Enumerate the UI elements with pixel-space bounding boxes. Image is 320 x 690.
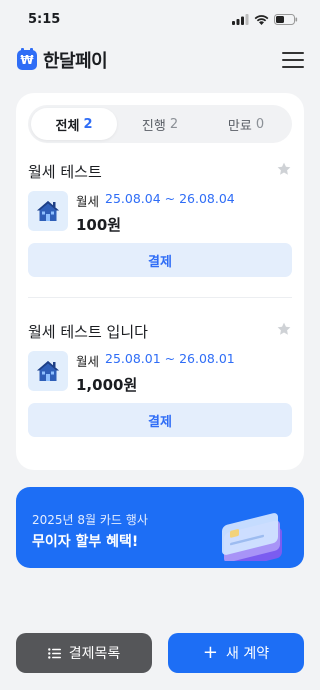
contract-period: 25.08.01 ~ 26.08.01: [105, 351, 235, 366]
app-logo-icon: ₩: [17, 48, 37, 70]
list-icon: [47, 647, 61, 659]
app-name: 한달페이: [43, 51, 108, 72]
contract-amount: 1,000원: [76, 376, 138, 394]
status-time: 5:15: [28, 11, 61, 27]
payment-history-button[interactable]: 결제목록: [16, 633, 152, 673]
status-icons: [232, 13, 298, 25]
filter-tabs: 전체 2 진행 2 만료 0: [28, 105, 292, 143]
app-header: ₩ 한달페이: [0, 42, 320, 78]
star-icon[interactable]: [276, 321, 292, 337]
tab-count: 0: [255, 116, 265, 132]
promo-title: 무이자 할부 혜택!: [32, 534, 139, 550]
signal-icon: [232, 13, 249, 25]
contract-title: 월세 테스트: [28, 163, 102, 181]
new-contract-label: 새 계약: [226, 646, 270, 662]
contract-info: 월세 25.08.04 ~ 26.08.04 100원: [76, 191, 235, 235]
contract-item[interactable]: 월세 테스트 월세 25.08.04 ~ 26.08.04 100원 결제: [28, 161, 292, 281]
new-contract-button[interactable]: + 새 계약: [168, 633, 304, 673]
tab-in-progress[interactable]: 진행 2: [117, 108, 203, 140]
payment-history-label: 결제목록: [68, 646, 121, 662]
contract-period: 25.08.04 ~ 26.08.04: [105, 191, 235, 206]
wifi-icon: [254, 14, 269, 25]
pay-button[interactable]: 결제: [28, 403, 292, 437]
brand[interactable]: ₩ 한달페이: [17, 47, 108, 73]
bottom-action-bar: 결제목록 + 새 계약: [16, 633, 304, 673]
tab-label: 만료: [227, 118, 252, 134]
hamburger-menu-icon[interactable]: [282, 51, 304, 69]
battery-icon: [274, 13, 298, 25]
contract-title: 월세 테스트 입니다: [28, 323, 148, 341]
contract-amount: 100원: [76, 216, 122, 234]
house-icon: [28, 351, 68, 391]
tab-all[interactable]: 전체 2: [31, 108, 117, 140]
house-icon: [28, 191, 68, 231]
promo-subtitle: 2025년 8월 카드 행사: [32, 513, 148, 527]
pay-button[interactable]: 결제: [28, 243, 292, 277]
star-icon[interactable]: [276, 161, 292, 177]
contract-body: 월세 25.08.04 ~ 26.08.04 100원: [28, 191, 235, 235]
divider: [28, 297, 292, 298]
tab-count: 2: [83, 116, 93, 132]
tab-expired[interactable]: 만료 0: [203, 108, 289, 140]
contract-type: 월세: [76, 354, 100, 369]
contract-body: 월세 25.08.01 ~ 26.08.01 1,000원: [28, 351, 235, 395]
contract-item[interactable]: 월세 테스트 입니다 월세 25.08.01 ~ 26.08.01 1,000원…: [28, 321, 292, 441]
credit-cards-icon: [222, 513, 282, 561]
contract-list-card: 전체 2 진행 2 만료 0 월세 테스트 월세 25.08.04 ~ 26.0…: [16, 93, 304, 470]
status-bar: 5:15: [0, 0, 320, 38]
tab-label: 전체: [55, 118, 80, 134]
contract-type: 월세: [76, 194, 100, 209]
tab-label: 진행: [141, 118, 166, 134]
plus-icon: +: [202, 642, 218, 663]
contract-info: 월세 25.08.01 ~ 26.08.01 1,000원: [76, 351, 235, 395]
tab-count: 2: [169, 116, 179, 132]
promo-banner[interactable]: 2025년 8월 카드 행사 무이자 할부 혜택!: [16, 487, 304, 568]
